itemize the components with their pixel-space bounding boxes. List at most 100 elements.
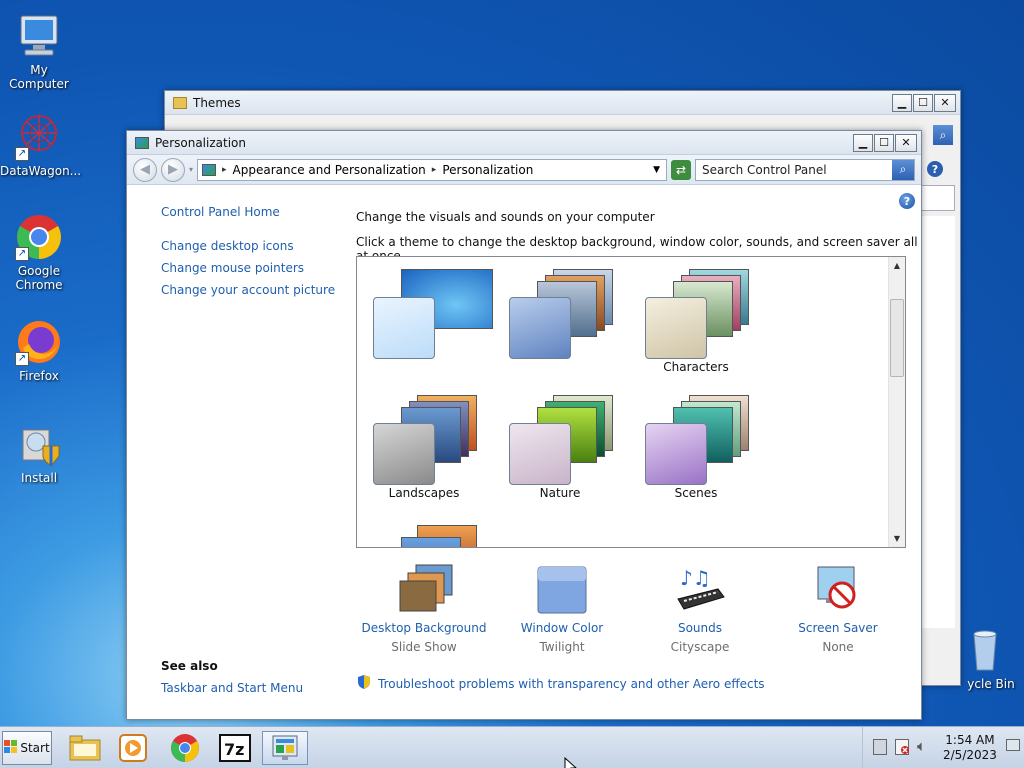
theme-list[interactable]: Characters Landscapes Nature Scenes ▲ ▼ [356,256,906,548]
installer-icon [15,420,63,468]
svg-text:♪♫: ♪♫ [680,566,711,590]
maximize-button[interactable]: ☐ [913,93,933,112]
7zip-icon: 7z [219,734,251,762]
taskbar-7zip[interactable]: 7z [212,731,258,765]
theme-item-partial[interactable] [359,511,489,547]
theme-color-swatch [645,423,707,485]
link-change-desktop-icons[interactable]: Change desktop icons [161,239,341,253]
theme-item-scenes[interactable]: Scenes [631,385,761,505]
shortcut-arrow-icon: ↗ [15,247,29,261]
network-icon[interactable] [873,739,887,755]
setting-name[interactable]: Window Color [494,621,630,635]
theme-item-windows7[interactable] [359,259,493,379]
taskbar-control-panel[interactable] [262,731,308,765]
taskbar-media-player[interactable] [110,731,156,765]
chevron-right-icon[interactable]: ▸ [222,165,227,175]
desktop-icon-firefox[interactable]: ↗ Firefox [0,318,78,383]
desktop-icon-label: Install [20,471,58,485]
screen-saver-setting[interactable]: Screen Saver None [770,563,906,654]
desktop-background-setting[interactable]: Desktop Background Slide Show [356,563,492,654]
themes-panel [921,185,955,211]
theme-item-characters[interactable]: Characters [631,259,761,379]
theme-settings: Desktop Background Slide Show Window Col… [356,563,906,663]
chevron-down-icon[interactable]: ▼ [653,165,660,175]
link-change-account-picture[interactable]: Change your account picture [161,283,341,297]
link-control-panel-home[interactable]: Control Panel Home [161,205,341,219]
search-input[interactable] [696,162,892,177]
action-center-icon[interactable] [895,739,909,755]
link-troubleshoot-aero[interactable]: Troubleshoot problems with transparency … [378,677,765,691]
chevron-right-icon[interactable]: ▸ [432,165,437,175]
sounds-setting[interactable]: ♪♫ Sounds Cityscape [632,563,768,654]
taskbar: Start 7z 🔈︎ 1:54 AM 2/5/2023 [0,726,1024,768]
scroll-up-button[interactable]: ▲ [889,257,905,274]
sounds-icon: ♪♫ [674,563,726,615]
desktop-icon-datawagon[interactable]: ↗ DataWagon... [0,113,82,178]
theme-color-swatch [373,423,435,485]
search-icon[interactable]: ⌕ [892,159,914,180]
setting-name[interactable]: Sounds [632,621,768,635]
page-title: Change the visuals and sounds on your co… [356,210,655,224]
breadcrumb-item[interactable]: Personalization [442,163,533,177]
control-panel-icon [272,735,298,760]
window-color-setting[interactable]: Window Color Twilight [494,563,630,654]
theme-preview [389,521,481,547]
refresh-button[interactable]: ⇄ [671,159,691,180]
personalization-window[interactable]: Personalization ▁ ☐ ✕ ◀ ▶ ▾ ▸ Appearance… [126,130,922,720]
windows-logo-icon [4,739,18,757]
firefox-icon: ↗ [15,318,63,366]
search-field[interactable]: ⌕ [695,158,915,181]
volume-icon[interactable]: 🔈︎ [917,737,926,755]
desktop-icon-label: Firefox [19,369,59,383]
theme-label: Characters [663,360,729,374]
desktop-icon-install[interactable]: Install [0,420,78,485]
close-button[interactable]: ✕ [934,93,956,112]
scroll-down-button[interactable]: ▼ [889,530,905,547]
theme-color-swatch [373,297,435,359]
theme-item-architecture[interactable] [495,259,625,379]
desktop-icon-my-computer[interactable]: My Computer [0,12,78,91]
minimize-button[interactable]: ▁ [853,133,873,152]
link-change-mouse-pointers[interactable]: Change mouse pointers [161,261,341,275]
recent-pages-icon[interactable]: ▾ [189,165,193,174]
back-button[interactable]: ◀ [133,157,157,182]
mouse-cursor-icon [564,757,577,768]
start-button[interactable]: Start [2,731,52,765]
themes-titlebar[interactable]: Themes ▁ ☐ ✕ [165,91,960,115]
see-also-heading: See also [161,659,218,673]
chrome-icon [171,734,199,762]
taskbar-explorer[interactable] [62,731,108,765]
forward-button[interactable]: ▶ [161,157,185,182]
themes-help-icon[interactable]: ? [927,161,943,177]
taskbar-chrome[interactable] [162,731,208,765]
shortcut-arrow-icon: ↗ [15,147,29,161]
desktop-icon-label: DataWagon... [0,164,82,178]
link-taskbar-start-menu[interactable]: Taskbar and Start Menu [161,681,303,695]
svg-text:7z: 7z [224,740,244,759]
window-title: Themes [193,95,241,110]
setting-name[interactable]: Screen Saver [770,621,906,635]
setting-name[interactable]: Desktop Background [356,621,492,635]
show-desktop-button[interactable] [1006,739,1020,751]
window-title: Personalization [155,135,246,150]
desktop-icon-label: Google Chrome [15,264,63,292]
scroll-thumb[interactable] [890,299,904,377]
see-also-section: See also Taskbar and Start Menu [161,659,303,695]
theme-list-scrollbar[interactable]: ▲ ▼ [888,257,905,547]
clock[interactable]: 1:54 AM 2/5/2023 [943,733,997,763]
themes-search-button[interactable]: ⌕ [933,125,953,145]
troubleshoot-link-row[interactable]: Troubleshoot problems with transparency … [356,674,765,693]
help-icon[interactable]: ? [899,193,915,209]
setting-value: None [822,640,854,654]
media-player-icon [119,734,147,762]
breadcrumb-item[interactable]: Appearance and Personalization [233,163,426,177]
theme-item-nature[interactable]: Nature [495,385,625,505]
theme-label: Landscapes [388,486,460,500]
minimize-button[interactable]: ▁ [892,93,912,112]
breadcrumb[interactable]: ▸ Appearance and Personalization ▸ Perso… [197,158,667,181]
close-button[interactable]: ✕ [895,133,917,152]
maximize-button[interactable]: ☐ [874,133,894,152]
personalization-titlebar[interactable]: Personalization ▁ ☐ ✕ [127,131,921,155]
desktop-icon-google-chrome[interactable]: ↗ Google Chrome [0,213,78,292]
theme-item-landscapes[interactable]: Landscapes [359,385,489,505]
